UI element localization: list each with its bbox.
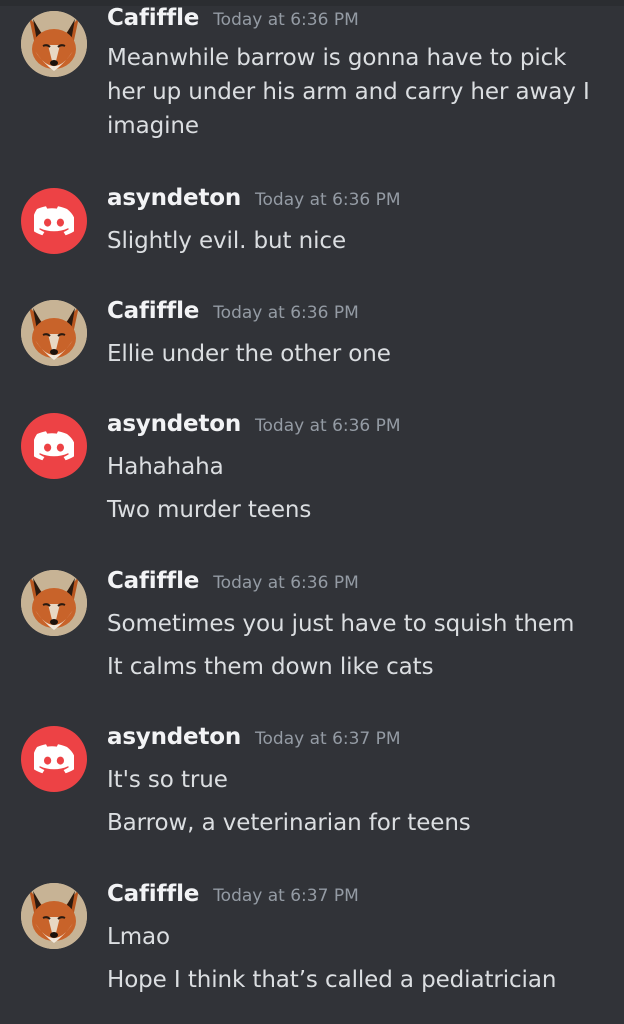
fox-avatar[interactable] — [21, 883, 87, 949]
username[interactable]: Cafiffle — [107, 568, 199, 594]
discord-default-avatar[interactable] — [21, 726, 87, 792]
message-text: Slightly evil. but nice — [107, 228, 347, 254]
username[interactable]: Cafiffle — [107, 5, 199, 31]
discord-logo-icon — [34, 206, 74, 236]
username[interactable]: asyndeton — [107, 185, 241, 211]
username[interactable]: asyndeton — [107, 411, 241, 437]
fox-face-icon — [21, 300, 87, 366]
message-header: Cafiffle Today at 6:37 PM — [107, 881, 359, 915]
fox-face-icon — [21, 11, 87, 77]
message-text: Meanwhile barrow is gonna have to pick h… — [107, 45, 590, 139]
username[interactable]: Cafiffle — [107, 298, 199, 324]
timestamp: Today at 6:37 PM — [255, 729, 401, 749]
fox-face-icon — [21, 883, 87, 949]
message-header: Cafiffle Today at 6:36 PM — [107, 568, 359, 602]
timestamp: Today at 6:36 PM — [255, 190, 401, 210]
discord-default-avatar[interactable] — [21, 188, 87, 254]
timestamp: Today at 6:36 PM — [213, 303, 359, 323]
username[interactable]: Cafiffle — [107, 881, 199, 907]
timestamp: Today at 6:36 PM — [213, 10, 359, 30]
message-text: Two murder teens — [107, 497, 312, 523]
message-text: Hope I think that’s called a pediatricia… — [107, 967, 557, 993]
fox-face-icon — [21, 570, 87, 636]
message-header: Cafiffle Today at 6:36 PM — [107, 5, 359, 39]
message-text: Hahahaha — [107, 454, 224, 480]
message-text: It's so true — [107, 767, 228, 793]
message-header: asyndeton Today at 6:36 PM — [107, 185, 401, 219]
discord-logo-icon — [34, 744, 74, 774]
timestamp: Today at 6:36 PM — [255, 416, 401, 436]
message-text: Lmao — [107, 924, 170, 950]
message-header: asyndeton Today at 6:37 PM — [107, 724, 401, 758]
timestamp: Today at 6:36 PM — [213, 573, 359, 593]
message-text: It calms them down like cats — [107, 654, 434, 680]
timestamp: Today at 6:37 PM — [213, 886, 359, 906]
message-text: Ellie under the other one — [107, 341, 391, 367]
username[interactable]: asyndeton — [107, 724, 241, 750]
fox-avatar[interactable] — [21, 11, 87, 77]
fox-avatar[interactable] — [21, 300, 87, 366]
message-header: Cafiffle Today at 6:36 PM — [107, 298, 359, 332]
message-text: Sometimes you just have to squish them — [107, 611, 575, 637]
message-text: Barrow, a veterinarian for teens — [107, 810, 471, 836]
fox-avatar[interactable] — [21, 570, 87, 636]
discord-logo-icon — [34, 431, 74, 461]
message-header: asyndeton Today at 6:36 PM — [107, 411, 401, 445]
discord-default-avatar[interactable] — [21, 413, 87, 479]
